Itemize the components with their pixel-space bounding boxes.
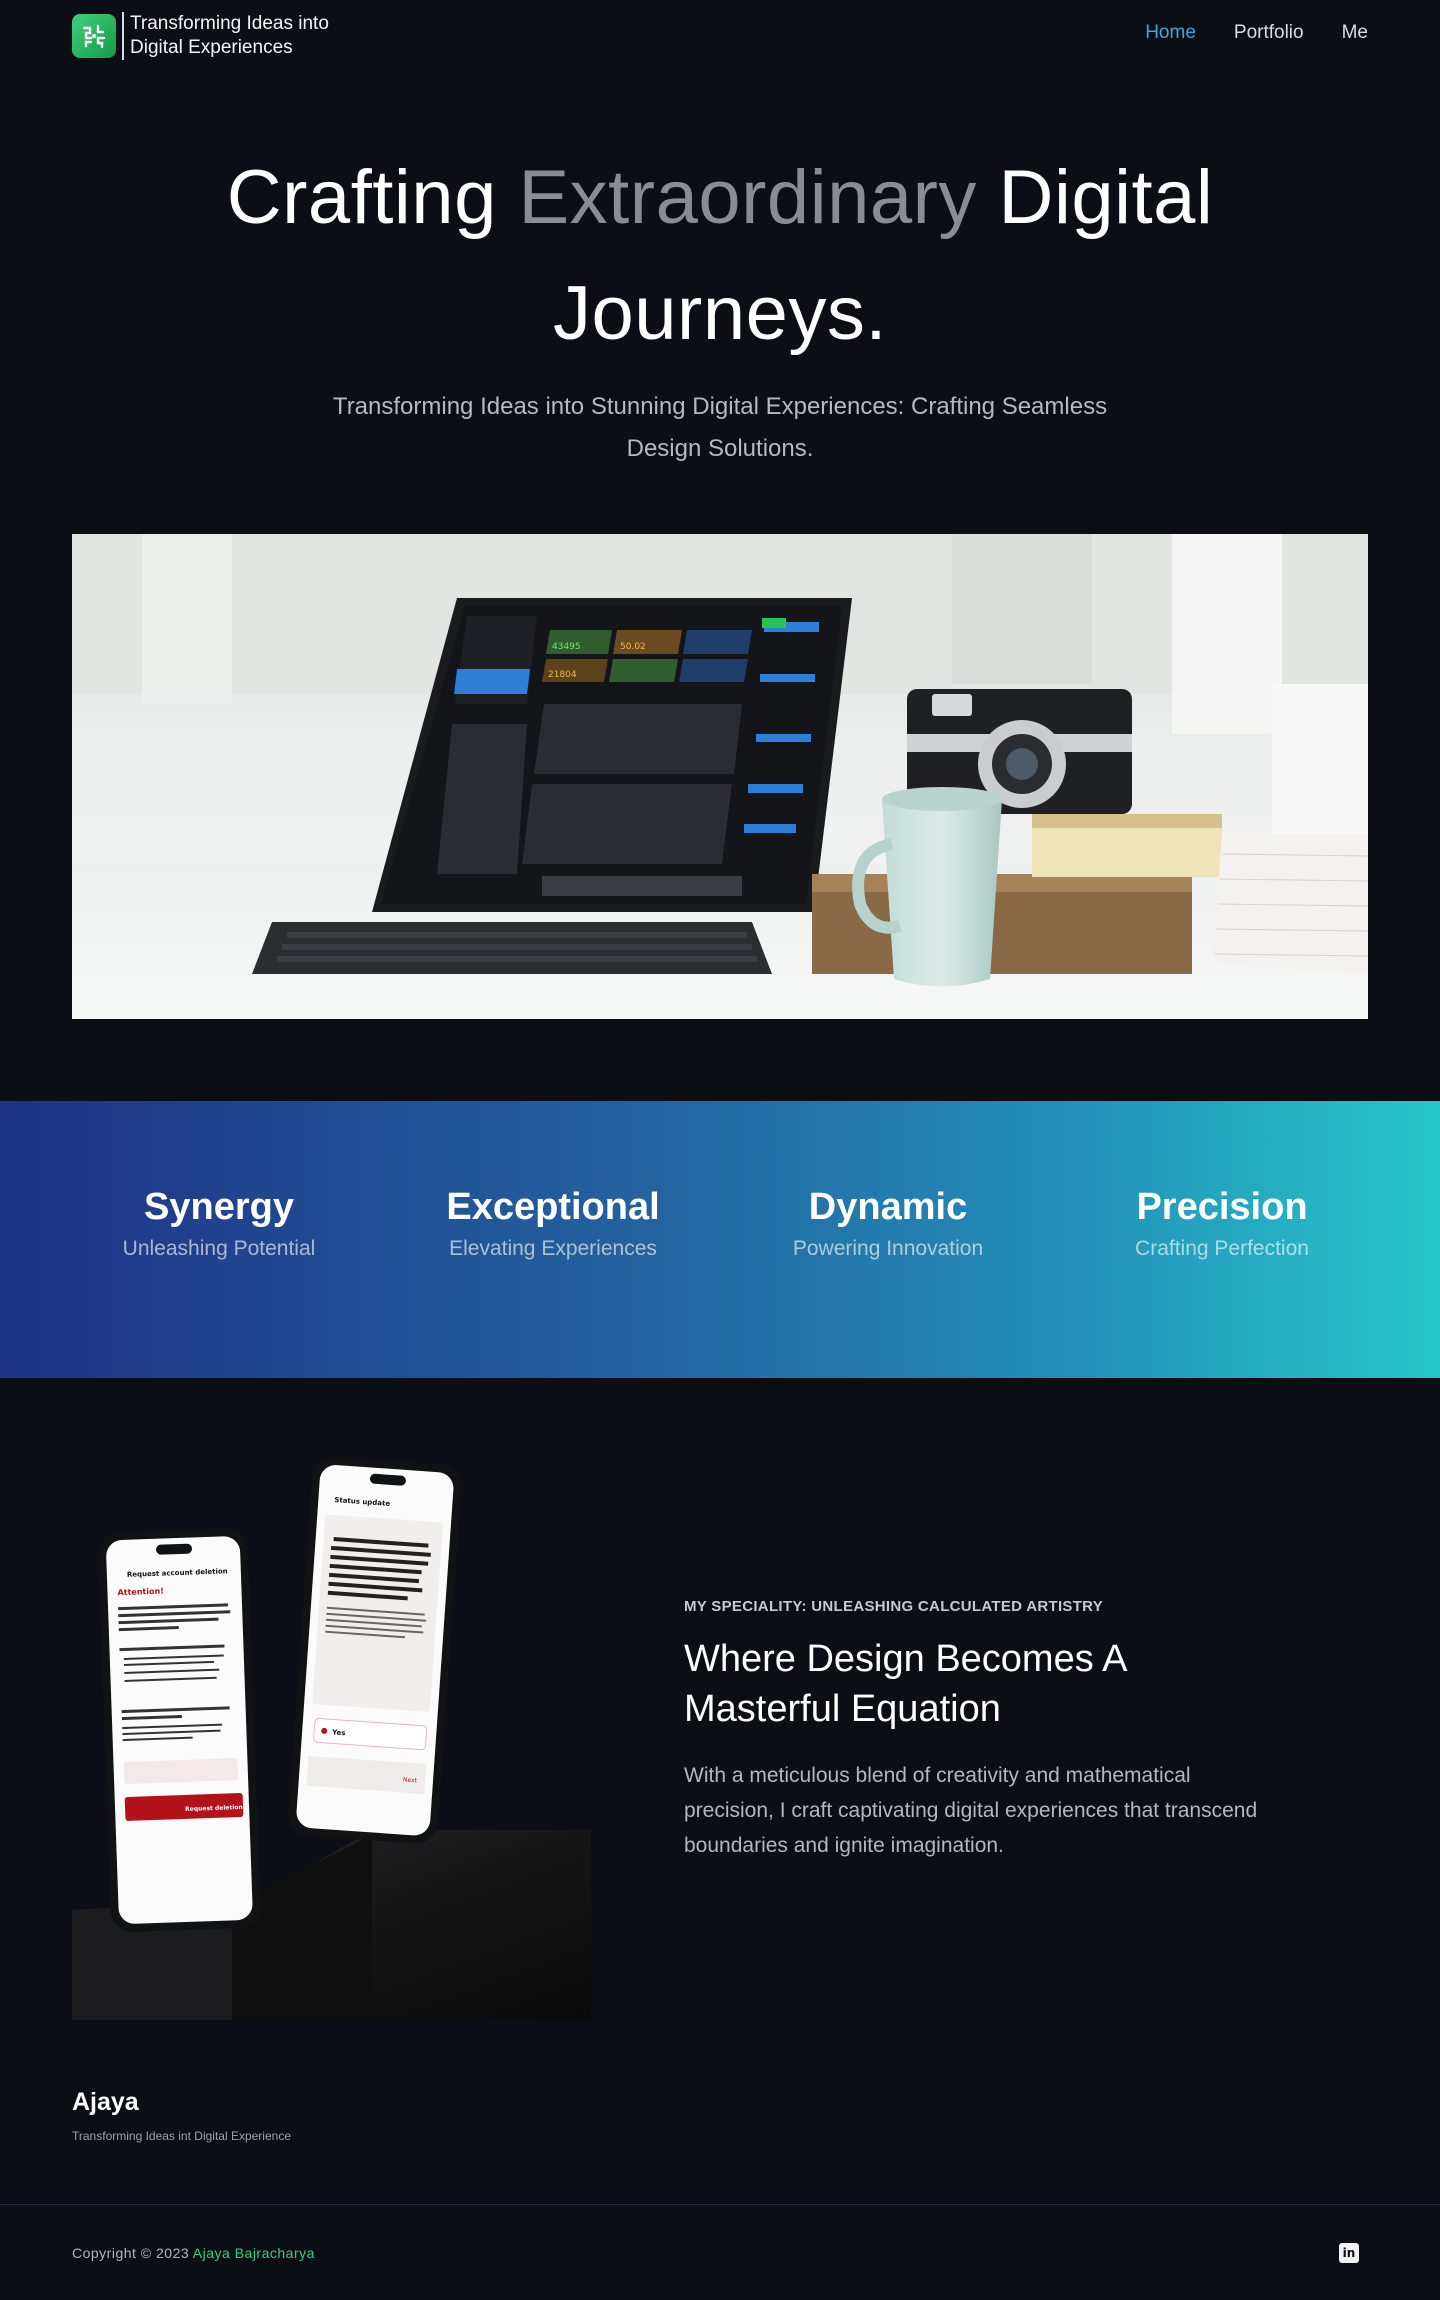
hero-title: Crafting Extraordinary Digital Journeys. [120, 140, 1320, 372]
hero-title-part-1: Crafting [226, 155, 519, 240]
hero-image: 43495 50.02 21804 [72, 534, 1368, 1019]
tablet-stat-3: 21804 [548, 670, 577, 680]
nav-me[interactable]: Me [1342, 22, 1368, 44]
linkedin-icon[interactable]: in [1339, 2243, 1359, 2263]
right-phone-option: Yes [331, 1728, 346, 1737]
values-band: Synergy Unleashing Potential Exceptional… [0, 1101, 1440, 1378]
copyright: Copyright © 2023 Ajaya Bajracharya [72, 2245, 315, 2261]
speciality-title: Where Design Becomes A Masterful Equatio… [684, 1638, 1126, 1730]
copyright-author-link[interactable]: Ajaya Bajracharya [193, 2245, 315, 2261]
pillar-dynamic: Dynamic Powering Innovation [748, 1181, 1028, 1261]
pillar-subtitle: Unleashing Potential [122, 1237, 316, 1260]
copyright-text: Copyright © 2023 [72, 2245, 193, 2261]
footer-tagline: Transforming Ideas int Digital Experienc… [72, 2129, 291, 2143]
pillar-title: Exceptional [446, 1186, 660, 1228]
logo[interactable]: Transforming Ideas into Digital Experien… [72, 12, 350, 60]
logo-mark-icon [72, 14, 116, 58]
right-phone-next: Next [403, 1776, 418, 1784]
pillar-title: Synergy [144, 1186, 294, 1228]
logo-divider [122, 12, 124, 60]
pillar-subtitle: Powering Innovation [792, 1237, 984, 1260]
footer-name: Ajaya [72, 2088, 139, 2116]
tablet-stat-1: 43495 [552, 642, 581, 652]
pillar-subtitle: Crafting Perfection [1135, 1237, 1309, 1260]
speciality-eyebrow: MY SPECIALITY: UNLEASHING CALCULATED ART… [684, 1598, 1104, 1615]
pillar-subtitle: Elevating Experiences [449, 1237, 657, 1260]
logo-text: Transforming Ideas into Digital Experien… [130, 12, 350, 60]
pillar-title: Precision [1136, 1186, 1308, 1228]
speciality-body: With a meticulous blend of creativity an… [684, 1764, 1258, 1857]
pillar-exceptional: Exceptional Elevating Experiences [413, 1181, 693, 1261]
logo-line-2: Digital Experiences [130, 37, 293, 58]
logo-line-1: Transforming Ideas into [130, 13, 329, 34]
nav-home[interactable]: Home [1145, 22, 1196, 44]
site-header: Transforming Ideas into Digital Experien… [0, 0, 1440, 72]
hero-subtitle: Transforming Ideas into Stunning Digital… [332, 393, 1108, 462]
pillar-precision: Precision Crafting Perfection [1082, 1181, 1362, 1261]
main-nav: Home Portfolio Me [1145, 22, 1368, 44]
pillar-synergy: Synergy Unleashing Potential [79, 1181, 359, 1261]
phones-image: Request account deletion Attention! Requ… [72, 1450, 591, 2020]
pillar-title: Dynamic [808, 1186, 968, 1228]
tablet-stat-2: 50.02 [620, 642, 646, 652]
hero-title-highlight: Extraordinary [518, 155, 977, 240]
left-phone-attention: Attention! [117, 1587, 164, 1598]
nav-portfolio[interactable]: Portfolio [1234, 22, 1304, 44]
footer-divider [0, 2204, 1440, 2205]
